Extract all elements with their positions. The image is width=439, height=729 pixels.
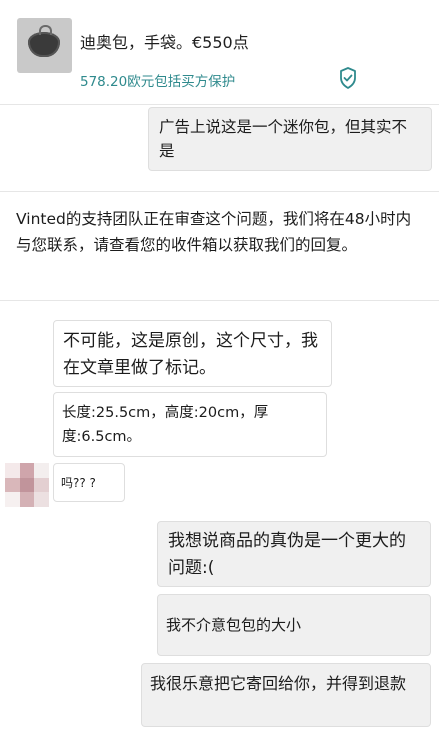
item-header[interactable]: 迪奥包，手袋。€550点 578.20欧元包括买方保护: [0, 0, 439, 105]
support-notice-text: Vinted的支持团队正在审查这个问题，我们将在48小时内与您联系，请查看您的收…: [16, 210, 412, 254]
message-text: 广告上说这是一个迷你包，但其实不是: [159, 118, 408, 160]
message-text: 我很乐意把它寄回给你，并得到退款: [150, 674, 407, 693]
message-bubble-received: 吗?? ?: [53, 463, 125, 502]
shield-check-icon[interactable]: [338, 66, 358, 90]
message-bubble-received: 不可能，这是原创，这个尺寸，我在文章里做了标记。: [53, 320, 332, 387]
item-thumbnail[interactable]: [17, 18, 72, 73]
message-text: 我不介意包包的大小: [166, 616, 302, 634]
message-bubble-sent: 我想说商品的真伪是一个更大的问题:(: [157, 521, 431, 587]
message-bubble-sent: 我不介意包包的大小: [157, 594, 431, 656]
message-text: 不可能，这是原创，这个尺寸，我在文章里做了标记。: [63, 331, 318, 378]
price-with-protection: 578.20欧元包括买方保护: [80, 74, 236, 90]
message-text: 我想说商品的真伪是一个更大的问题:(: [168, 531, 406, 578]
bag-icon: [28, 25, 60, 57]
message-bubble-sent: 我很乐意把它寄回给你，并得到退款: [141, 663, 431, 727]
message-bubble-received: 长度:25.5cm，高度:20cm，厚度:6.5cm。: [53, 392, 327, 457]
message-text: 吗?? ?: [61, 476, 96, 490]
support-notice: Vinted的支持团队正在审查这个问题，我们将在48小时内与您联系，请查看您的收…: [0, 191, 439, 301]
item-title: 迪奥包，手袋。€550点: [80, 33, 249, 52]
avatar[interactable]: [5, 463, 49, 507]
message-bubble-sent: 广告上说这是一个迷你包，但其实不是: [148, 107, 432, 171]
message-text: 长度:25.5cm，高度:20cm，厚度:6.5cm。: [62, 405, 269, 445]
